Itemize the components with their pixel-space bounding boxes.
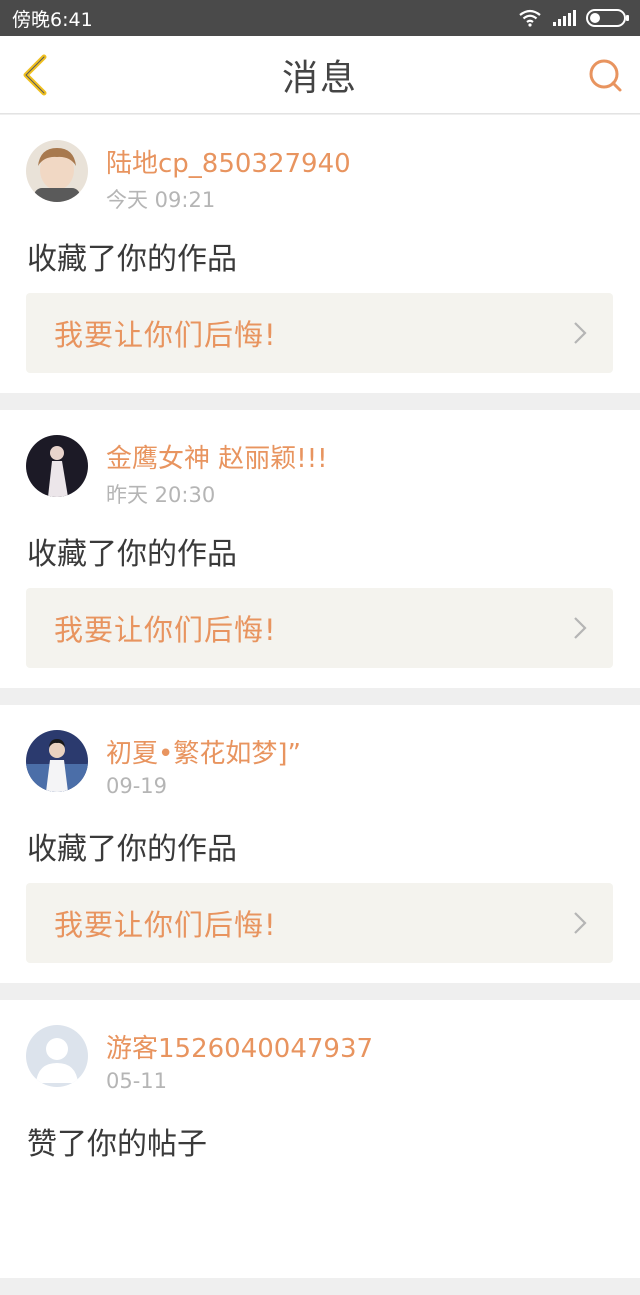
message-card: 陆地cp_850327940 今天 09:21 收藏了你的作品 我要让你们后悔! (0, 115, 640, 393)
back-button[interactable] (12, 52, 58, 98)
timestamp: 今天 09:21 (106, 188, 216, 212)
avatar-image (26, 435, 88, 497)
username[interactable]: 游客1526040047937 (106, 1028, 373, 1065)
work-title: 我要让你们后悔! (54, 318, 277, 352)
work-title: 我要让你们后悔! (54, 908, 277, 942)
action-text: 收藏了你的作品 (27, 242, 237, 277)
nav-bar: 消息 (0, 36, 640, 114)
status-time: 傍晚6:41 (12, 8, 93, 31)
avatar-image (26, 140, 88, 202)
avatar[interactable] (26, 730, 88, 792)
avatar[interactable] (26, 140, 88, 202)
message-card: 初夏•繁花如梦]” 09-19 收藏了你的作品 我要让你们后悔! (0, 705, 640, 983)
avatar[interactable] (26, 435, 88, 497)
username[interactable]: 陆地cp_850327940 (106, 143, 351, 180)
wifi-icon (519, 9, 541, 27)
work-link[interactable]: 我要让你们后悔! (26, 883, 613, 963)
message-card: 金鹰女神 赵丽颖!!! 昨天 20:30 收藏了你的作品 我要让你们后悔! (0, 410, 640, 688)
message-card: 游客1526040047937 05-11 赞了你的帖子 (0, 1000, 640, 1278)
search-icon (589, 59, 622, 92)
username[interactable]: 金鹰女神 赵丽颖!!! (106, 438, 328, 475)
work-title: 我要让你们后悔! (54, 613, 277, 647)
action-text: 赞了你的帖子 (27, 1127, 207, 1162)
page-title: 消息 (281, 58, 358, 99)
timestamp: 05-11 (106, 1069, 168, 1093)
timestamp: 昨天 20:30 (106, 483, 216, 507)
work-link[interactable]: 我要让你们后悔! (26, 588, 613, 668)
message-list: 陆地cp_850327940 今天 09:21 收藏了你的作品 我要让你们后悔!… (0, 115, 640, 1295)
work-link[interactable]: 我要让你们后悔! (26, 293, 613, 373)
username[interactable]: 初夏•繁花如梦]” (106, 733, 301, 770)
status-bar: 傍晚6:41 (0, 0, 640, 36)
search-button[interactable] (582, 52, 628, 98)
chevron-right-icon (574, 617, 587, 639)
chevron-left-icon (23, 54, 47, 96)
battery-icon (586, 9, 629, 27)
signal-icon (553, 10, 576, 26)
action-text: 收藏了你的作品 (27, 537, 237, 572)
chevron-right-icon (574, 322, 587, 344)
timestamp: 09-19 (106, 774, 168, 798)
default-avatar-icon (26, 1025, 88, 1087)
action-text: 收藏了你的作品 (27, 832, 237, 867)
status-icons (518, 9, 630, 27)
chevron-right-icon (574, 912, 587, 934)
avatar-image (26, 730, 88, 792)
avatar[interactable] (26, 1025, 88, 1087)
